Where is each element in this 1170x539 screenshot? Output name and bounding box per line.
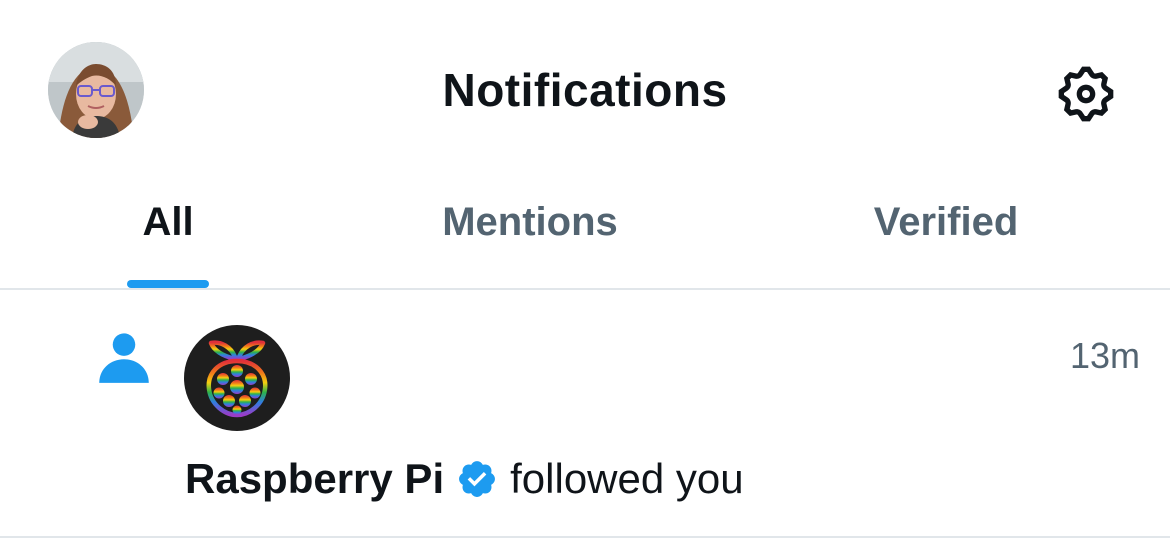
notification-divider xyxy=(0,536,1170,538)
raspberry-pi-avatar[interactable] xyxy=(184,325,290,431)
settings-button[interactable] xyxy=(1050,58,1122,130)
tab-verified-label: Verified xyxy=(873,200,1019,244)
tab-mentions-label: Mentions xyxy=(442,200,618,244)
tab-verified[interactable]: Verified xyxy=(816,180,1076,288)
notification-item[interactable]: 13m Raspberry Pi followed you xyxy=(0,290,1170,536)
verified-badge-icon xyxy=(459,461,496,497)
raspberry-pi-logo-icon xyxy=(206,340,268,418)
tab-mentions[interactable]: Mentions xyxy=(400,180,660,288)
person-icon xyxy=(99,333,149,383)
tab-all[interactable]: All xyxy=(40,180,296,288)
account-name[interactable]: Raspberry Pi xyxy=(185,454,444,504)
notification-tabs: All Mentions Verified xyxy=(0,180,1170,288)
notification-text: Raspberry Pi followed you xyxy=(185,454,744,504)
tab-all-label: All xyxy=(142,200,194,244)
notification-time: 13m xyxy=(1069,335,1140,376)
notification-action: followed you xyxy=(510,455,744,502)
page-title: Notifications xyxy=(442,64,728,116)
active-tab-indicator xyxy=(127,280,209,288)
gear-icon xyxy=(1058,66,1114,122)
top-bar: Notifications xyxy=(0,0,1170,180)
